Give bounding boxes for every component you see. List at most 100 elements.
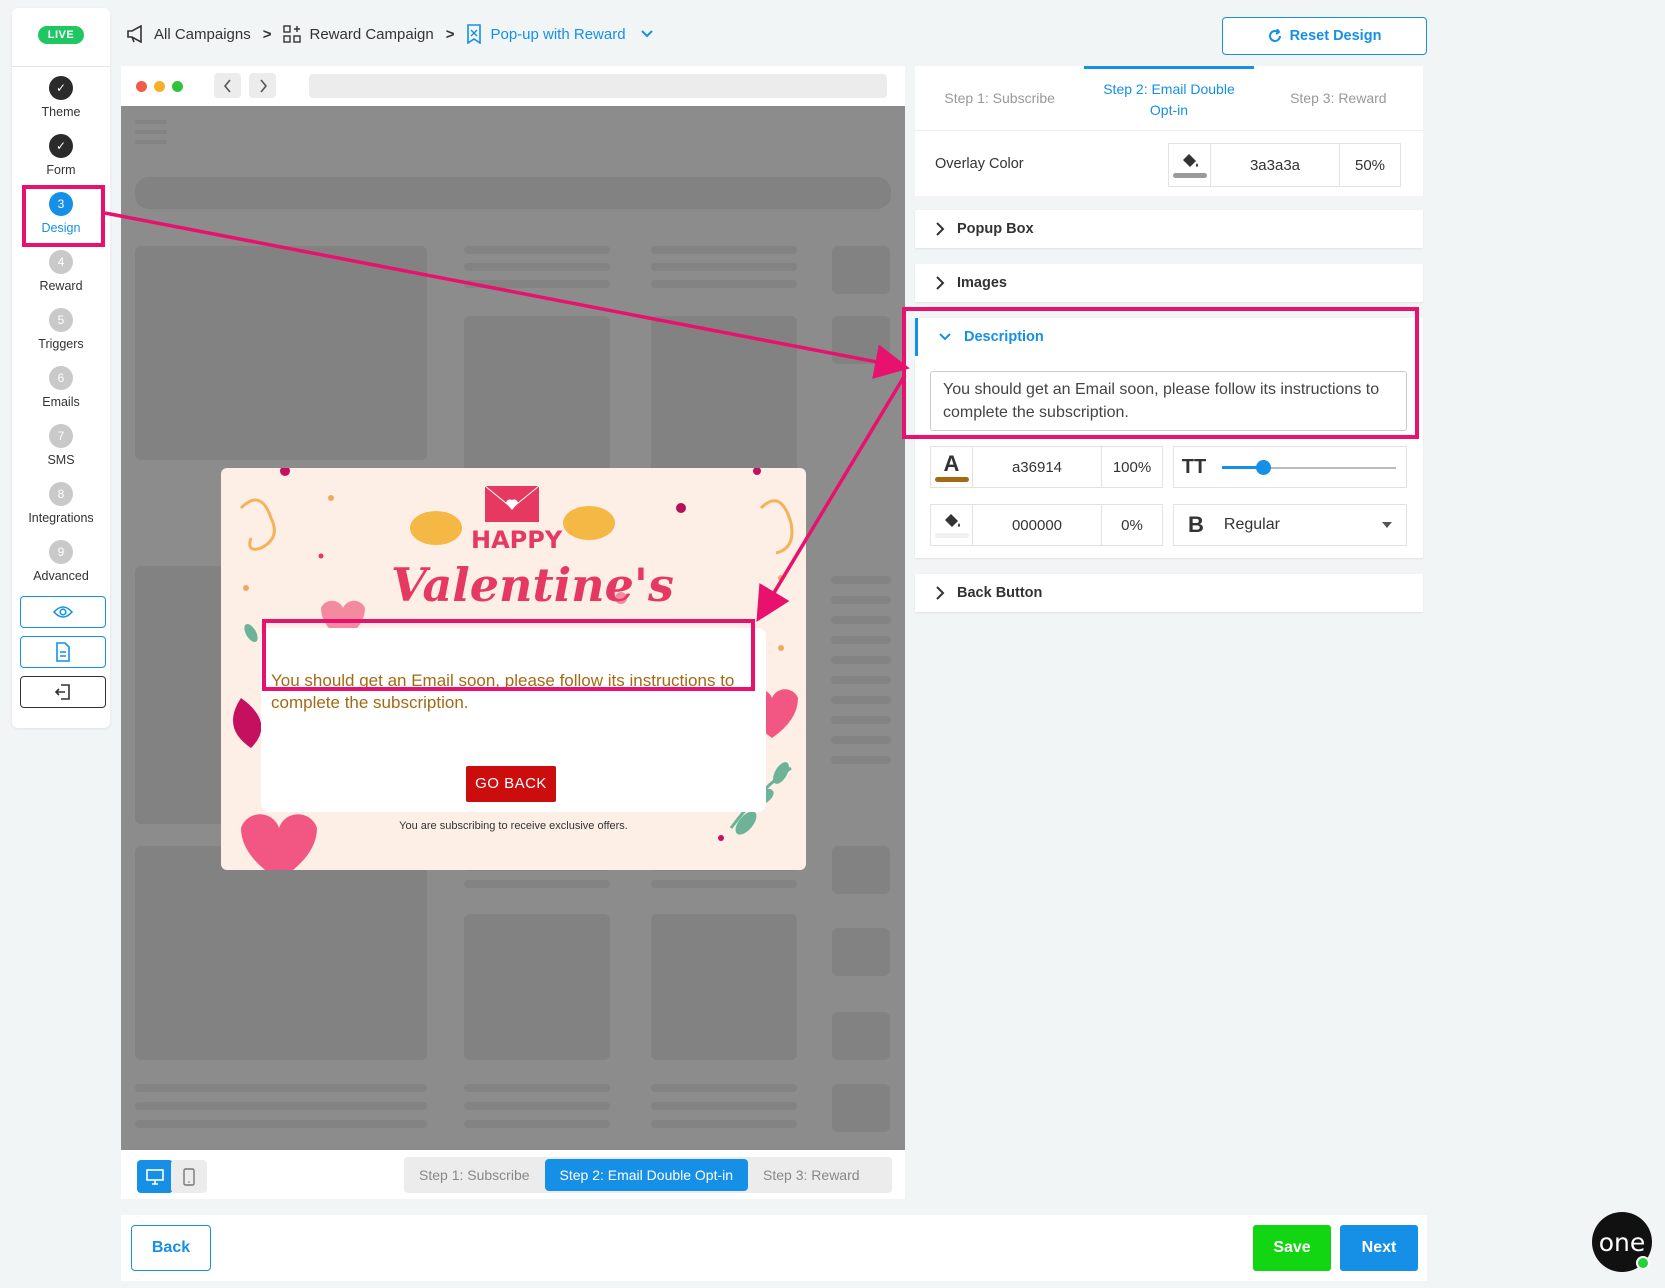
step-label: Triggers: [38, 337, 84, 351]
overlay-color-label: Overlay Color: [935, 156, 1024, 172]
font-weight-value: Regular: [1223, 516, 1280, 533]
preview-button[interactable]: [20, 596, 106, 628]
text-placeholder: [651, 280, 797, 288]
maximize-dot: [172, 81, 183, 92]
tab-step-1-subscribe[interactable]: Step 1: Subscribe: [915, 66, 1084, 130]
close-dot: [136, 81, 147, 92]
report-button[interactable]: [20, 636, 106, 668]
text-placeholder: [651, 1120, 797, 1128]
sidebar-divider: [12, 66, 110, 67]
save-button[interactable]: Save: [1253, 1225, 1331, 1271]
highlight-popup-description: [262, 619, 755, 691]
text-placeholder: [135, 1102, 427, 1110]
sidebar-step-advanced[interactable]: 9 Advanced: [12, 540, 110, 594]
card-placeholder: [135, 246, 427, 460]
section-label: Popup Box: [957, 221, 1034, 237]
breadcrumb-all-campaigns[interactable]: All Campaigns: [126, 25, 251, 43]
paint-bucket-icon: [944, 514, 960, 527]
minimize-dot: [154, 81, 165, 92]
reset-design-label: Reset Design: [1289, 28, 1382, 44]
overlay-hex-input[interactable]: 3a3a3a: [1211, 144, 1340, 186]
breadcrumb-separator: >: [262, 25, 272, 43]
go-back-button[interactable]: GO BACK: [466, 766, 556, 802]
text-color-opacity-input[interactable]: 100%: [1102, 447, 1162, 487]
text-placeholder: [831, 576, 891, 584]
sidebar-step-emails[interactable]: 6 Emails: [12, 366, 110, 420]
sidebar-step-sms[interactable]: 7 SMS: [12, 424, 110, 478]
next-button[interactable]: Next: [1340, 1225, 1418, 1271]
exit-icon: [54, 684, 70, 700]
menu-placeholder: [135, 120, 167, 124]
chevron-right-icon: [936, 276, 945, 290]
text-color-hex-input[interactable]: a36914: [973, 447, 1102, 487]
chevron-down-icon: [640, 30, 653, 38]
widgets-icon: [283, 25, 302, 43]
thumb-placeholder: [832, 316, 890, 364]
section-back-button[interactable]: Back Button: [915, 574, 1423, 612]
thumb-placeholder: [832, 1084, 890, 1132]
font-size-control: TT: [1173, 446, 1407, 488]
sidebar-step-integrations[interactable]: 8 Integrations: [12, 482, 110, 536]
back-button[interactable]: Back: [131, 1225, 211, 1271]
thumb-placeholder: [832, 928, 890, 976]
breadcrumb-popup-with-reward[interactable]: Pop-up with Reward: [466, 24, 653, 44]
preview-step-3[interactable]: Step 3: Reward: [748, 1159, 875, 1191]
step-number: 7: [49, 424, 73, 448]
preview-step-2[interactable]: Step 2: Email Double Opt-in: [544, 1159, 749, 1191]
preview-step-switcher: Step 1: Subscribe Step 2: Email Double O…: [404, 1157, 892, 1193]
tab-step-2-email-double-opt-in[interactable]: Step 2: Email Double Opt-in: [1084, 66, 1254, 130]
caret-down-icon: [1382, 522, 1392, 528]
step-number: 6: [49, 366, 73, 390]
preview-step-1[interactable]: Step 1: Subscribe: [404, 1159, 545, 1191]
thumb-placeholder: [832, 246, 890, 294]
bold-icon: B: [1188, 512, 1204, 537]
text-placeholder: [651, 1102, 797, 1110]
step-number: 4: [49, 250, 73, 274]
step-label: SMS: [47, 453, 75, 467]
step-label: Reward: [39, 279, 83, 293]
mobile-view-button[interactable]: [171, 1160, 207, 1193]
text-color-swatch[interactable]: A: [931, 447, 973, 487]
search-placeholder: [135, 177, 891, 209]
sidebar-step-form[interactable]: ✓ Form: [12, 134, 110, 188]
breadcrumb-reward-campaign[interactable]: Reward Campaign: [283, 25, 434, 43]
sidebar-step-triggers[interactable]: 5 Triggers: [12, 308, 110, 362]
exit-button[interactable]: [20, 676, 106, 708]
step-label: Advanced: [33, 569, 89, 583]
highlight-design-step: [22, 185, 105, 247]
overlay-opacity-input[interactable]: 50%: [1340, 144, 1400, 186]
check-icon: ✓: [49, 134, 73, 158]
font-weight-select[interactable]: B Regular: [1173, 504, 1407, 546]
sidebar-step-theme[interactable]: ✓ Theme: [12, 76, 110, 130]
section-images[interactable]: Images: [915, 264, 1423, 302]
fill-color-swatch[interactable]: [1169, 144, 1211, 186]
overlay-color-row: Overlay Color 3a3a3a 50%: [915, 130, 1423, 196]
text-placeholder: [135, 1084, 427, 1092]
text-placeholder: [464, 246, 610, 254]
section-popup-box[interactable]: Popup Box: [915, 210, 1423, 248]
tab-step-3-reward[interactable]: Step 3: Reward: [1254, 66, 1423, 130]
font-size-slider[interactable]: [1214, 447, 1406, 487]
mobile-icon: [183, 1167, 195, 1186]
background-hex-input[interactable]: 000000: [973, 505, 1102, 545]
text-placeholder: [651, 263, 797, 271]
document-icon: [56, 642, 70, 662]
live-badge: LIVE: [38, 26, 84, 44]
breadcrumb-label: Reward Campaign: [309, 25, 434, 43]
background-color-swatch[interactable]: [931, 505, 973, 545]
sidebar-step-reward[interactable]: 4 Reward: [12, 250, 110, 304]
browser-toolbar: [121, 66, 905, 106]
step-label: Form: [46, 163, 76, 177]
footer-bar: Back Save Next: [121, 1215, 1427, 1281]
slider-thumb[interactable]: [1256, 460, 1271, 475]
reset-design-button[interactable]: Reset Design: [1222, 17, 1427, 55]
color-swatch-bar: [934, 533, 969, 538]
thumb-placeholder: [832, 846, 890, 894]
step-number: 9: [49, 540, 73, 564]
step-tabs: Step 1: Subscribe Step 2: Email Double O…: [915, 66, 1423, 130]
text-placeholder: [464, 1102, 610, 1110]
megaphone-icon: [127, 25, 142, 43]
background-opacity-input[interactable]: 0%: [1102, 505, 1162, 545]
step-number: 5: [49, 308, 73, 332]
desktop-view-button[interactable]: [137, 1160, 173, 1193]
